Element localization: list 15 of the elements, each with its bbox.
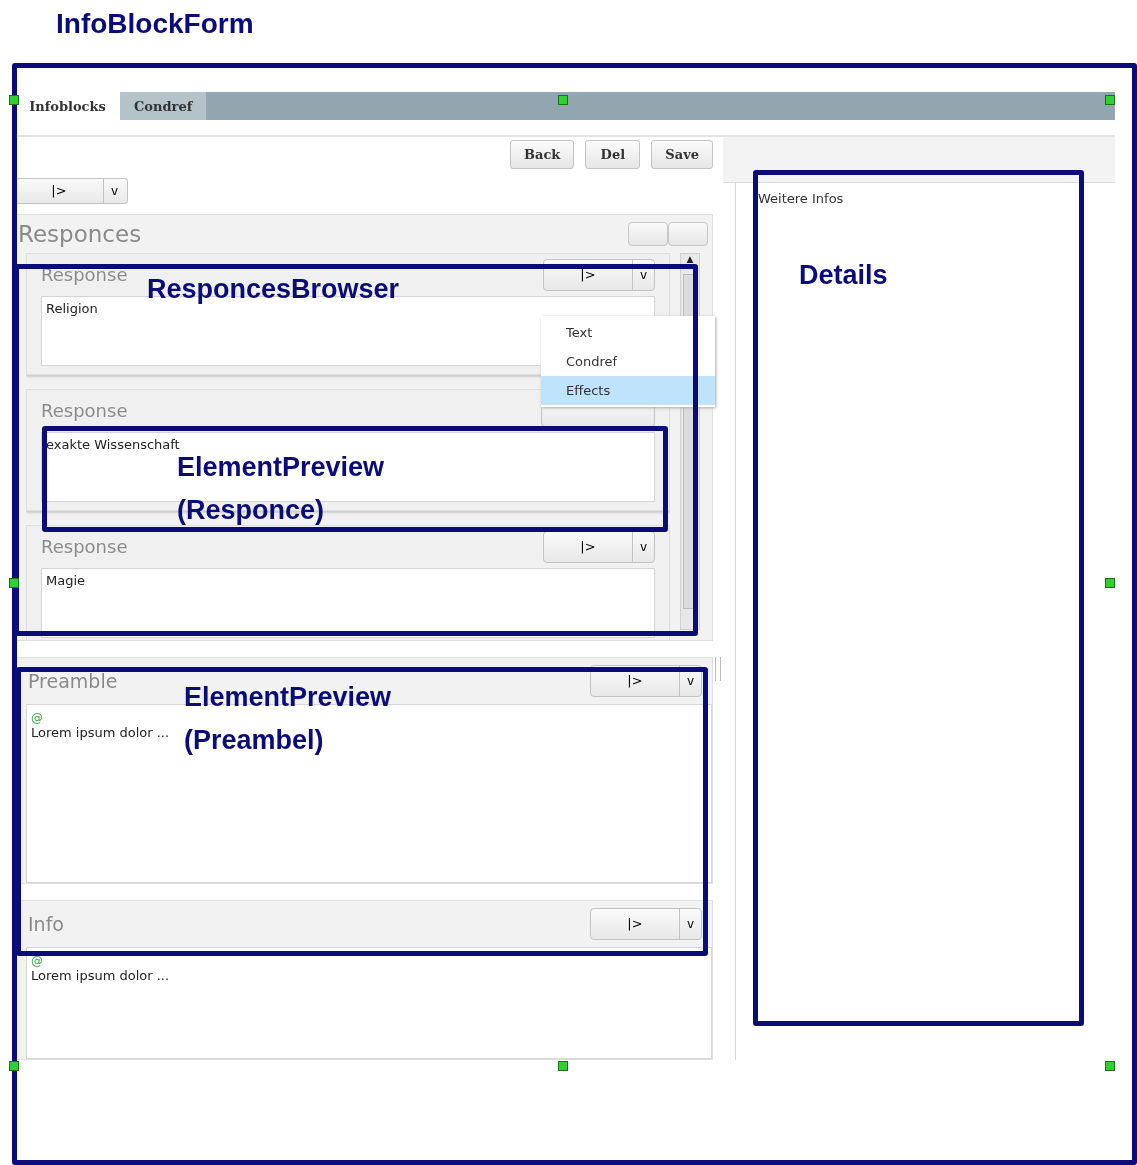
form-title: InfoBlockForm — [55, 7, 255, 41]
preview-text: Lorem ipsum dolor ... — [31, 724, 170, 740]
details-text: Weitere Infos — [758, 191, 844, 206]
section-title: Preamble — [28, 669, 118, 692]
section-title: Info — [28, 912, 64, 935]
annotation-label: ElementPreview — [177, 451, 385, 484]
response-title: Response — [41, 536, 128, 558]
annotation-label: Details — [799, 259, 888, 292]
response-title: Response — [41, 400, 128, 422]
preview-text: Lorem ipsum dolor ... — [31, 967, 170, 983]
marker: @ — [31, 710, 43, 725]
annotation-label: (Preambel) — [184, 724, 324, 757]
response-title: Response — [41, 264, 128, 286]
panel-title: Responces — [18, 220, 143, 247]
marker: @ — [31, 953, 43, 968]
